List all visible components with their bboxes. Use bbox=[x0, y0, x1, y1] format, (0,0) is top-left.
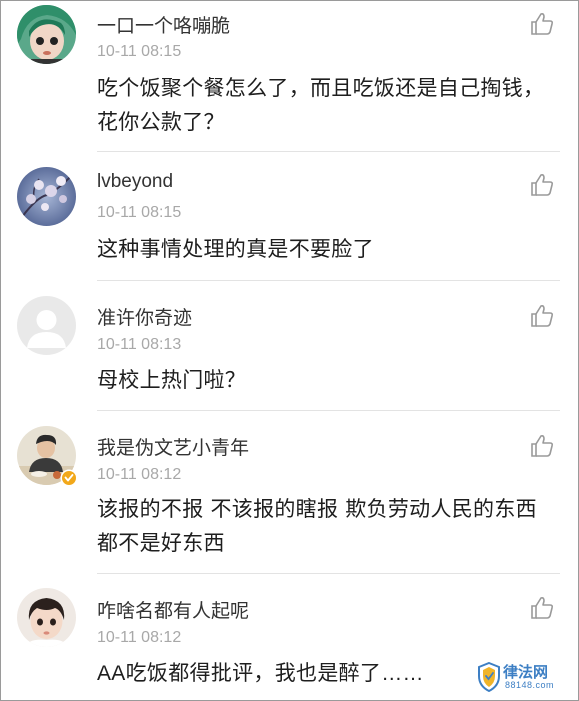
avatar[interactable] bbox=[17, 167, 76, 226]
username[interactable]: 咋啥名都有人起呢 bbox=[97, 596, 249, 623]
username[interactable]: 我是伪文艺小青年 bbox=[97, 433, 249, 460]
comment-item: lvbeyond 10-11 08:15 这种事情处理的真是不要脸了 bbox=[1, 152, 578, 280]
username[interactable]: lvbeyond bbox=[97, 171, 173, 193]
username[interactable]: 准许你奇迹 bbox=[97, 303, 192, 330]
timestamp: 10-11 08:12 bbox=[97, 466, 182, 483]
comment-item: 准许你奇迹 10-11 08:13 母校上热门啦？ bbox=[1, 281, 578, 410]
avatar[interactable] bbox=[17, 296, 76, 355]
timestamp: 10-11 08:12 bbox=[97, 629, 182, 646]
like-icon[interactable] bbox=[529, 433, 555, 459]
watermark: 律法网 88148.com bbox=[477, 659, 573, 695]
watermark-name: 律法网 bbox=[503, 663, 549, 681]
comment-text: 这种事情处理的真是不要脸了 bbox=[97, 237, 374, 261]
avatar[interactable] bbox=[17, 426, 78, 487]
timestamp: 10-11 08:15 bbox=[97, 204, 182, 221]
shield-logo-icon bbox=[478, 662, 500, 692]
like-icon[interactable] bbox=[529, 303, 555, 329]
comment-text: 吃个饭聚个餐怎么了，而且吃饭还是自己掏钱，花你公款了？ bbox=[97, 76, 545, 134]
like-icon[interactable] bbox=[529, 11, 555, 37]
avatar[interactable] bbox=[17, 5, 76, 64]
comment-item: 我是伪文艺小青年 10-11 08:12 该报的不报 不该报的瞎报 欺负劳动人民… bbox=[1, 411, 578, 573]
comment-text: 该报的不报 不该报的瞎报 欺负劳动人民的东西都不是好东西 bbox=[97, 497, 537, 555]
username[interactable]: 一口一个咯嘣脆 bbox=[97, 11, 230, 38]
watermark-domain: 88148.com bbox=[505, 680, 555, 690]
like-icon[interactable] bbox=[529, 172, 555, 198]
comment-item: 一口一个咯嘣脆 10-11 08:15 吃个饭聚个餐怎么了，而且吃饭还是自己掏钱… bbox=[1, 1, 578, 151]
avatar-default-icon bbox=[17, 296, 76, 355]
avatar-green-hair-girl-icon bbox=[17, 5, 76, 64]
avatar-cherry-blossom-icon bbox=[17, 167, 76, 226]
avatar-child-icon bbox=[17, 588, 76, 647]
comment-text: 母校上热门啦？ bbox=[97, 368, 247, 392]
like-icon[interactable] bbox=[529, 595, 555, 621]
comment-list: 一口一个咯嘣脆 10-11 08:15 吃个饭聚个餐怎么了，而且吃饭还是自己掏钱… bbox=[0, 0, 579, 701]
timestamp: 10-11 08:15 bbox=[97, 43, 182, 60]
avatar[interactable] bbox=[17, 588, 76, 647]
timestamp: 10-11 08:13 bbox=[97, 336, 182, 353]
avatar-man-verified-icon bbox=[17, 426, 78, 487]
